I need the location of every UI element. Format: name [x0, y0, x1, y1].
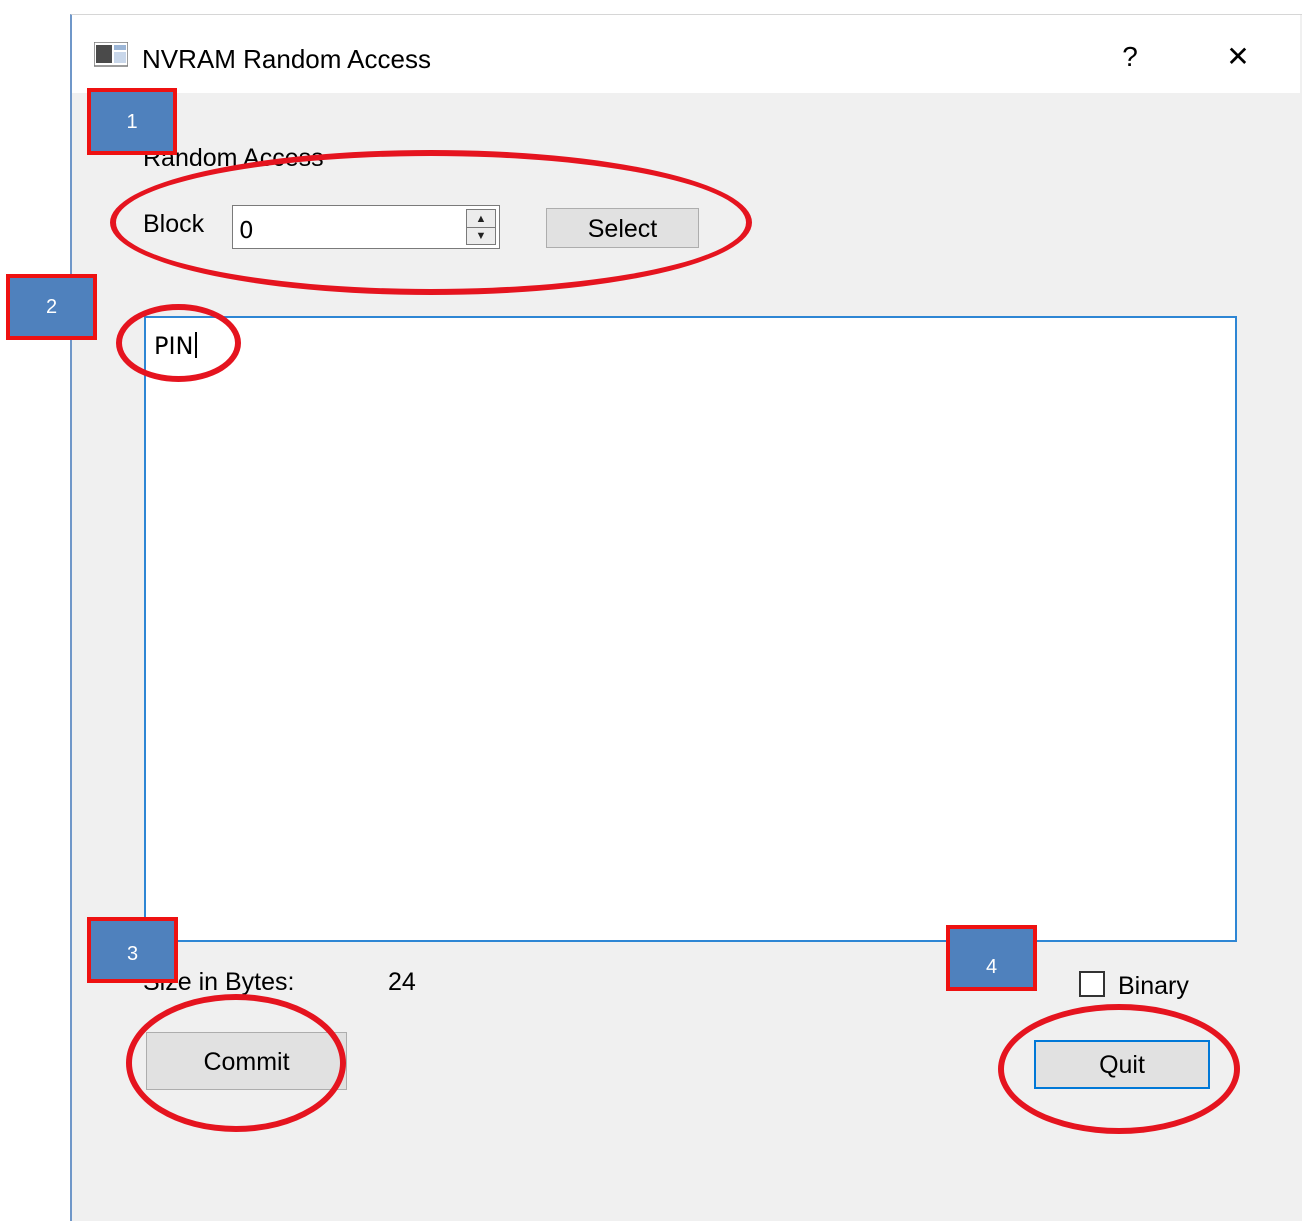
binary-label[interactable]: Binary	[1118, 972, 1189, 1001]
annotation-marker-2: 2	[6, 274, 97, 340]
annotation-marker-1: 1	[87, 88, 177, 155]
window-app-icon	[93, 41, 129, 68]
close-button[interactable]: ✕	[1218, 37, 1258, 77]
size-in-bytes-value: 24	[388, 968, 416, 996]
annotation-ellipse-commit	[126, 994, 346, 1132]
help-button[interactable]: ?	[1110, 37, 1150, 77]
annotation-ellipse-quit	[998, 1004, 1240, 1134]
window-title: NVRAM Random Access	[142, 44, 431, 74]
annotation-marker-3: 3	[87, 917, 178, 983]
annotation-ellipse-editor-text	[116, 304, 241, 382]
content-editor[interactable]: PIN	[144, 316, 1237, 942]
annotation-marker-4: 4	[946, 925, 1037, 991]
binary-checkbox[interactable]	[1079, 971, 1105, 997]
annotation-ellipse-block-row	[110, 150, 752, 295]
